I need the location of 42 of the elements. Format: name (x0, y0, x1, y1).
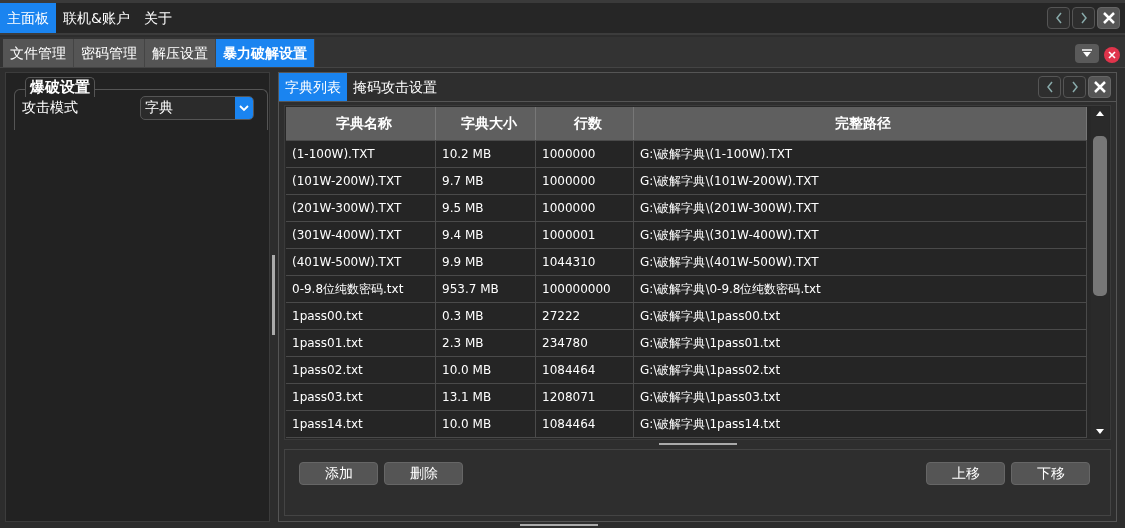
tab[interactable]: 文件管理 (3, 39, 74, 67)
menu-item[interactable]: 关于 (136, 3, 179, 33)
scroll-up-icon[interactable] (1096, 111, 1104, 116)
column-header[interactable]: 完整路径 (634, 107, 1087, 140)
dropdown-icon (1081, 48, 1093, 59)
splitter-handle[interactable] (272, 255, 275, 335)
chevron-down-icon (239, 104, 249, 112)
previous-button[interactable] (1038, 76, 1061, 98)
attack-mode-dropdown[interactable]: 字典 (140, 96, 254, 120)
previous-button[interactable] (1047, 7, 1070, 29)
dropdown-button[interactable] (1075, 44, 1099, 63)
column-header[interactable]: 行数 (536, 107, 634, 140)
close-button[interactable] (1097, 7, 1120, 29)
tab[interactable]: 密码管理 (74, 39, 145, 67)
scroll-down-icon[interactable] (1096, 429, 1104, 434)
column-header[interactable]: 字典大小 (436, 107, 536, 140)
close-icon (1102, 12, 1115, 24)
next-button[interactable] (1063, 76, 1086, 98)
chevron-right-icon (1070, 81, 1079, 93)
field-label: 攻击模式 (22, 99, 79, 117)
action-button[interactable]: 删除 (384, 462, 463, 485)
group-title: 爆破设置 (25, 77, 95, 97)
menu-item[interactable]: 主面板 (0, 3, 56, 33)
action-button[interactable]: 下移 (1011, 462, 1090, 485)
tab[interactable]: 掩码攻击设置 (347, 73, 443, 101)
menu-item[interactable]: 联机&账户 (56, 3, 137, 33)
close-icon (1093, 81, 1106, 93)
tab[interactable]: 字典列表 (279, 73, 347, 101)
tab[interactable]: 暴力破解设置 (216, 39, 315, 67)
action-button[interactable]: 上移 (926, 462, 1005, 485)
chevron-right-icon (1079, 12, 1088, 24)
tab[interactable]: 解压设置 (145, 39, 216, 67)
splitter-handle[interactable] (658, 443, 737, 445)
close-button[interactable] (1088, 76, 1111, 98)
chevron-left-icon (1054, 12, 1063, 24)
chevron-left-icon (1045, 81, 1054, 93)
close-button[interactable] (1104, 47, 1120, 63)
splitter-handle[interactable] (520, 524, 598, 526)
next-button[interactable] (1072, 7, 1095, 29)
column-header[interactable]: 字典名称 (286, 107, 436, 140)
action-button[interactable]: 添加 (299, 462, 378, 485)
close-icon (1108, 51, 1116, 59)
